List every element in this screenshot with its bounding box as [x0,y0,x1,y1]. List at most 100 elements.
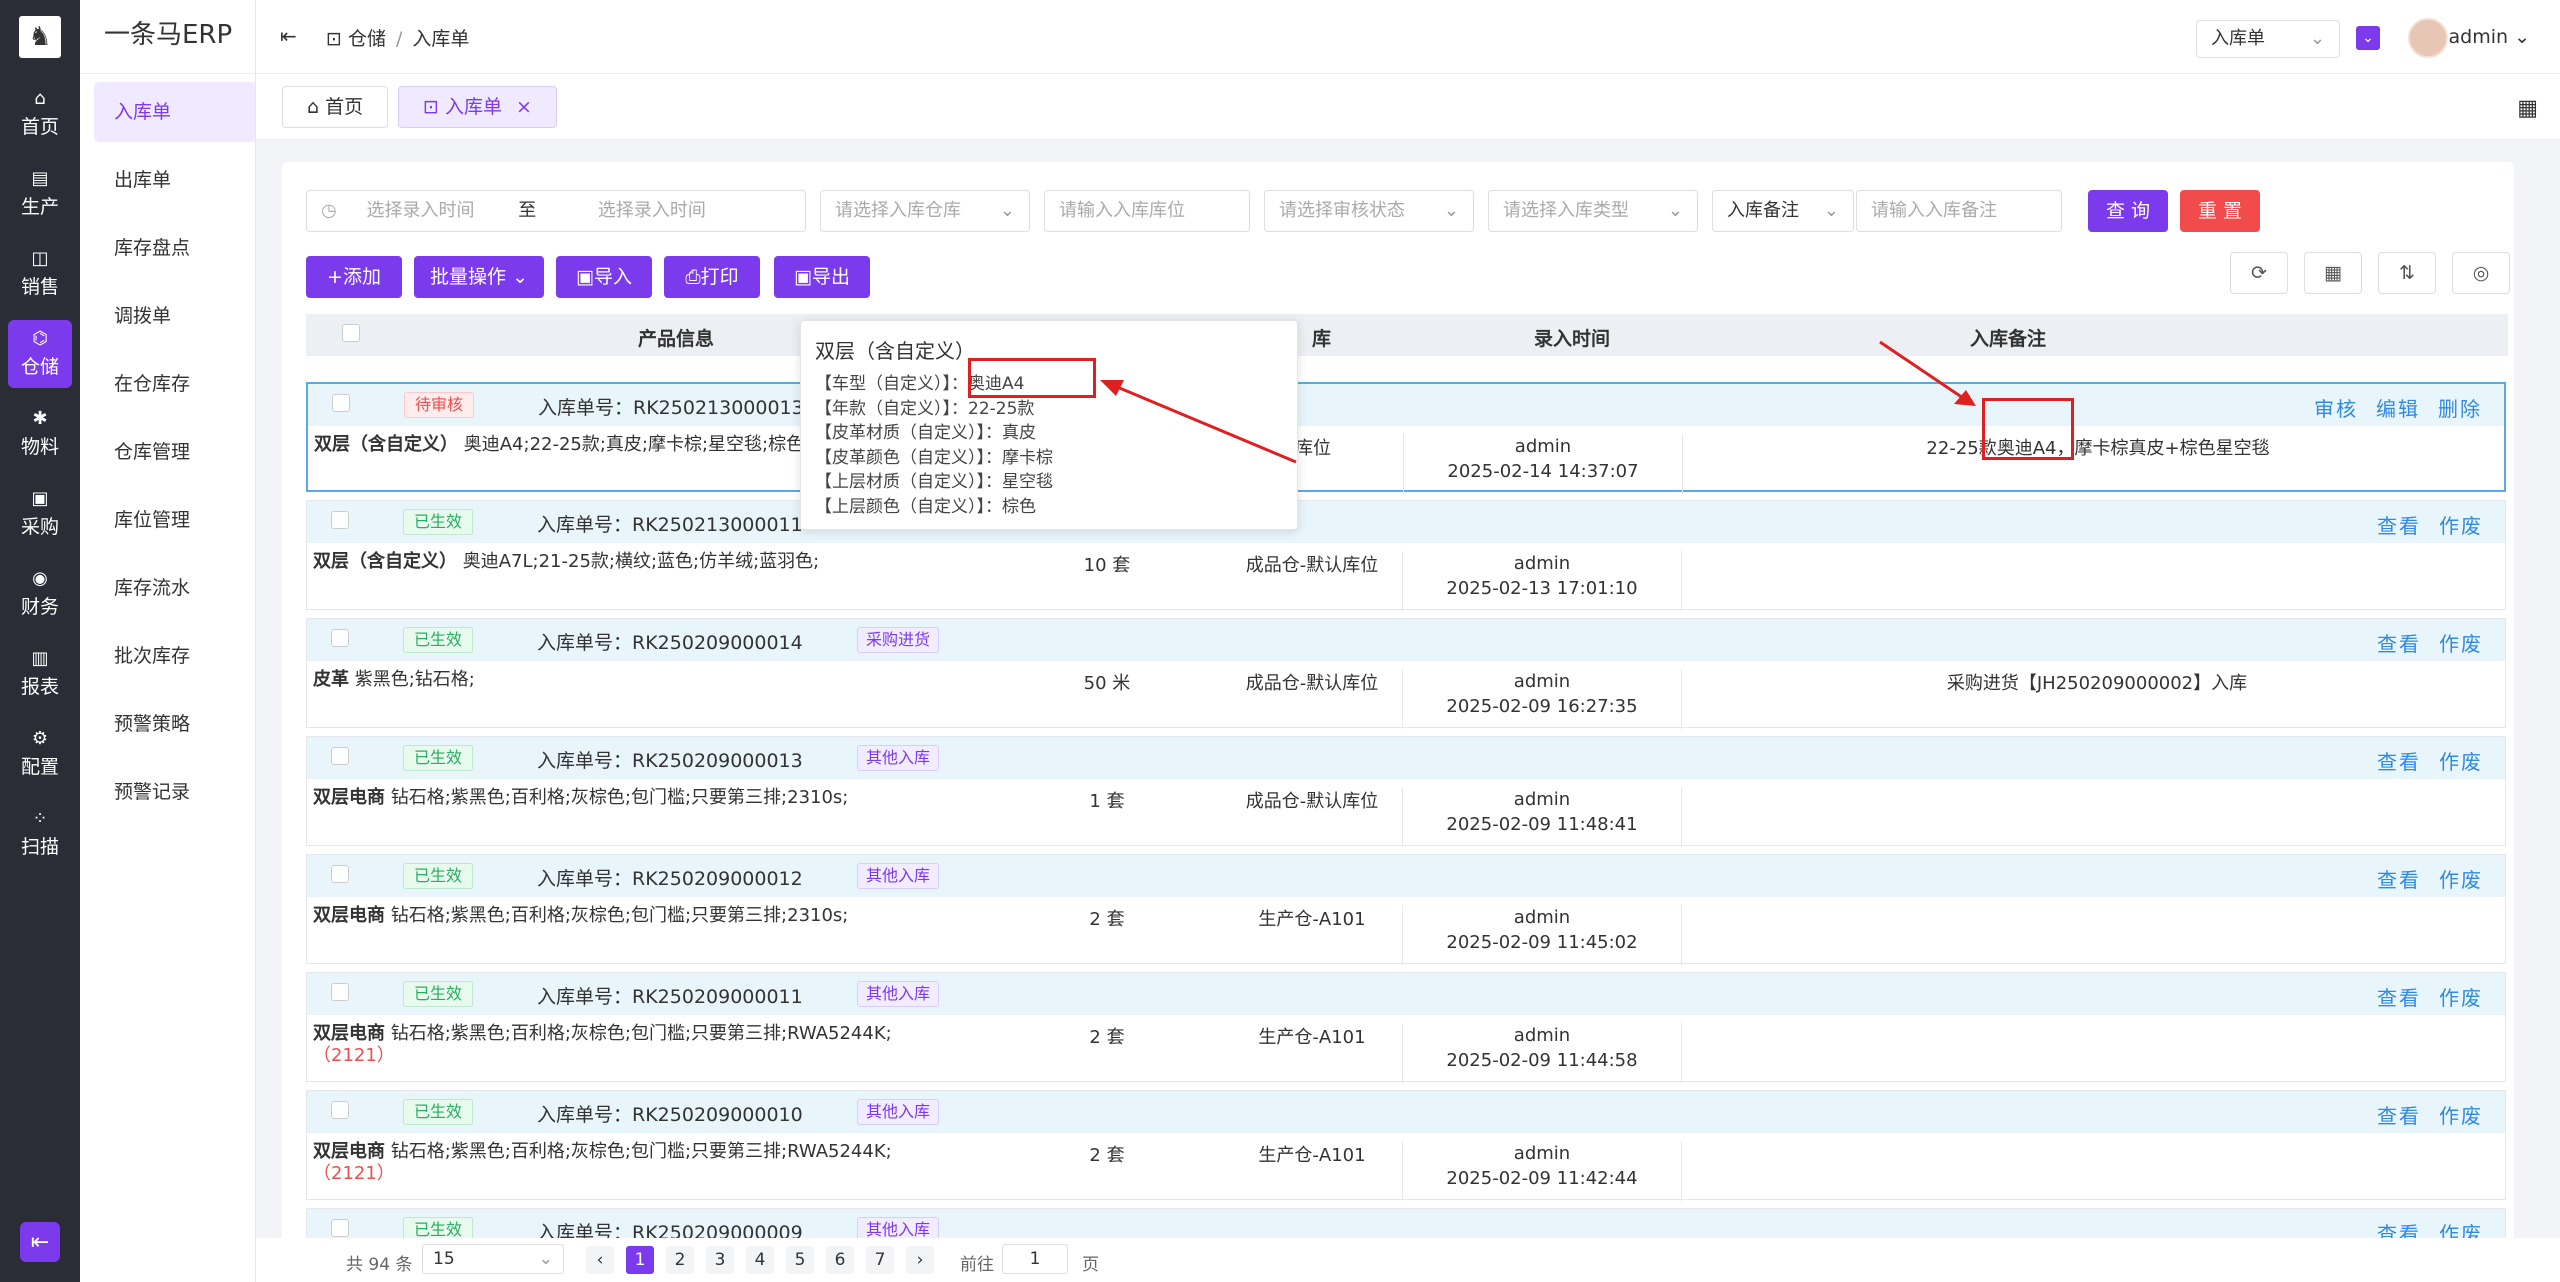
rail-item-4[interactable]: ✱ 物料 [0,394,80,474]
row-checkbox[interactable] [331,629,349,647]
import-button[interactable]: ▣导入 [556,256,652,298]
page-size-select[interactable]: 15 ⌄ [422,1244,564,1274]
table-row[interactable]: 已生效 入库单号：RK250209000013 其他入库 查看 作废 双层电商 钻石格;紫… [306,736,2506,847]
row-checkbox[interactable] [332,394,350,412]
row-action-0[interactable]: 审核 [2314,397,2358,421]
row-action-2[interactable]: 删除 [2438,397,2482,421]
submenu-item-3[interactable]: 调拨单 [94,286,255,346]
submenu-item-0[interactable]: 入库单 [94,82,255,142]
submenu-item-5[interactable]: 仓库管理 [94,422,255,482]
table-row[interactable]: 已生效 入库单号：RK250209000010 其他入库 查看 作废 双层电商 钻石格;紫… [306,1090,2506,1201]
add-button[interactable]: +添加 [306,256,402,298]
submenu-item-9[interactable]: 预警策略 [94,694,255,754]
submenu-item-10[interactable]: 预警记录 [94,762,255,822]
row-checkbox[interactable] [331,983,349,1001]
row-checkbox[interactable] [331,1219,349,1237]
breadcrumb-root[interactable]: 仓储 [348,28,386,50]
avatar[interactable] [2408,18,2448,58]
theme-color-icon[interactable]: ⌄ [2356,26,2380,50]
row-checkbox[interactable] [331,511,349,529]
note-input[interactable]: 请输入入库备注 [1856,190,2062,232]
page-button[interactable]: 6 [826,1246,854,1274]
row-action-0[interactable]: 查看 [2377,986,2421,1010]
density-icon[interactable]: ▦ [2304,252,2362,294]
goto-page-input[interactable]: 1 [1002,1244,1068,1274]
row-action-1[interactable]: 作废 [2439,750,2483,774]
submenu-item-4[interactable]: 在仓库存 [94,354,255,414]
note-field-select[interactable]: 入库备注 ⌄ [1712,190,1854,232]
warehouse-select[interactable]: 请选择入库仓库 ⌄ [820,190,1030,232]
horse-logo-icon[interactable]: ♞ [19,16,61,58]
sort-icon[interactable]: ⇅ [2378,252,2436,294]
row-action-1[interactable]: 作废 [2439,986,2483,1010]
page-button[interactable]: 7 [866,1246,894,1274]
rail-item-3[interactable]: ⌬ 仓储 [8,320,72,388]
batch-actions-button[interactable]: 批量操作 ⌄ [414,256,544,298]
row-checkbox[interactable] [331,865,349,883]
submenu-item-6[interactable]: 库位管理 [94,490,255,550]
rail-item-8[interactable]: ⚙ 配置 [0,714,80,794]
submenu-item-1[interactable]: 出库单 [94,150,255,210]
product-info[interactable]: 双层电商 钻石格;紫黑色;百利格;灰棕色;包门槛;只要第三排;RWA5244K;… [313,1023,973,1067]
row-action-1[interactable]: 作废 [2439,1104,2483,1128]
print-button[interactable]: ⎙打印 [664,256,760,298]
page-button[interactable]: 3 [706,1246,734,1274]
page-button[interactable]: 2 [666,1246,694,1274]
fold-menu-icon[interactable]: ⇤ [280,24,297,48]
audit-status-select[interactable]: 请选择审核状态 ⌄ [1264,190,1474,232]
table-row[interactable]: 已生效 入库单号：RK250209000011 其他入库 查看 作废 双层电商 钻石格;紫… [306,972,2506,1083]
reset-button[interactable]: 重 置 [2180,190,2260,232]
quick-nav-select[interactable]: 入库单 ⌄ [2196,20,2340,58]
submenu-item-8[interactable]: 批次库存 [94,626,255,686]
export-button[interactable]: ▣导出 [774,256,870,298]
table-row[interactable]: 已生效 入库单号：RK250213000011 查看 作废 双层（含自定义） 奥迪A7L… [306,500,2506,611]
rail-item-6[interactable]: ◉ 财务 [0,554,80,634]
tab-inbound[interactable]: ⊡ 入库单 × [398,86,557,128]
table-row[interactable]: 已生效 入库单号：RK250209000012 其他入库 查看 作废 双层电商 钻石格;紫… [306,854,2506,965]
tab-home[interactable]: ⌂ 首页 [282,86,389,128]
page-button[interactable]: 1 [626,1246,654,1274]
rail-item-2[interactable]: ◫ 销售 [0,234,80,314]
entry-time-range[interactable]: ◷ 选择录入时间 至 选择录入时间 [306,190,806,232]
prev-page-button[interactable]: ‹ [586,1246,614,1274]
submenu-item-7[interactable]: 库存流水 [94,558,255,618]
page-button[interactable]: 4 [746,1246,774,1274]
row-checkbox[interactable] [331,747,349,765]
product-info[interactable]: 双层电商 钻石格;紫黑色;百利格;灰棕色;包门槛;只要第三排;2310s; [313,905,973,927]
table-row[interactable]: 待审核 入库单号：RK250213000013 审核 编辑 删除 双层（含自定义） 奥迪A… [306,382,2506,494]
row-action-0[interactable]: 查看 [2377,868,2421,892]
user-menu[interactable]: admin ⌄ [2448,26,2530,48]
select-all-checkbox[interactable] [342,324,360,342]
product-info[interactable]: 双层电商 钻石格;紫黑色;百利格;灰棕色;包门槛;只要第三排;RWA5244K;… [313,1141,973,1185]
row-action-1[interactable]: 作废 [2439,868,2483,892]
page-button[interactable]: 5 [786,1246,814,1274]
column-settings-icon[interactable]: ◎ [2452,252,2510,294]
refresh-icon[interactable]: ⟳ [2230,252,2288,294]
rail-item-7[interactable]: ▥ 报表 [0,634,80,714]
row-action-0[interactable]: 查看 [2377,1104,2421,1128]
submenu-item-2[interactable]: 库存盘点 [94,218,255,278]
product-info[interactable]: 双层（含自定义） 奥迪A7L;21-25款;横纹;蓝色;仿羊绒;蓝羽色; [313,551,973,573]
close-icon[interactable]: × [516,96,532,118]
rail-item-5[interactable]: ▣ 采购 [0,474,80,554]
row-action-1[interactable]: 编辑 [2376,397,2420,421]
entry-info: admin 2025-02-09 11:42:44 [1402,1141,1682,1201]
search-button[interactable]: 查 询 [2088,190,2168,232]
grid-menu-icon[interactable]: ▦ [2517,96,2538,121]
table-row[interactable]: 已生效 入库单号：RK250209000014 采购进货 查看 作废 皮革 紫黑色;钻石格… [306,618,2506,729]
product-info[interactable]: 皮革 紫黑色;钻石格; [313,669,973,691]
next-page-button[interactable]: › [906,1246,934,1274]
location-input[interactable]: 请输入入库库位 [1044,190,1250,232]
rail-item-0[interactable]: ⌂ 首页 [0,74,80,154]
row-action-1[interactable]: 作废 [2439,632,2483,656]
rail-item-1[interactable]: ▤ 生产 [0,154,80,234]
product-info[interactable]: 双层电商 钻石格;紫黑色;百利格;灰棕色;包门槛;只要第三排;2310s; [313,787,973,809]
inbound-type-select[interactable]: 请选择入库类型 ⌄ [1488,190,1698,232]
row-action-1[interactable]: 作废 [2439,514,2483,538]
rail-item-9[interactable]: ⁘ 扫描 [0,794,80,874]
row-checkbox[interactable] [331,1101,349,1119]
row-action-0[interactable]: 查看 [2377,750,2421,774]
collapse-sidebar-button[interactable]: ⇤ [20,1222,60,1262]
row-action-0[interactable]: 查看 [2377,632,2421,656]
row-action-0[interactable]: 查看 [2377,514,2421,538]
